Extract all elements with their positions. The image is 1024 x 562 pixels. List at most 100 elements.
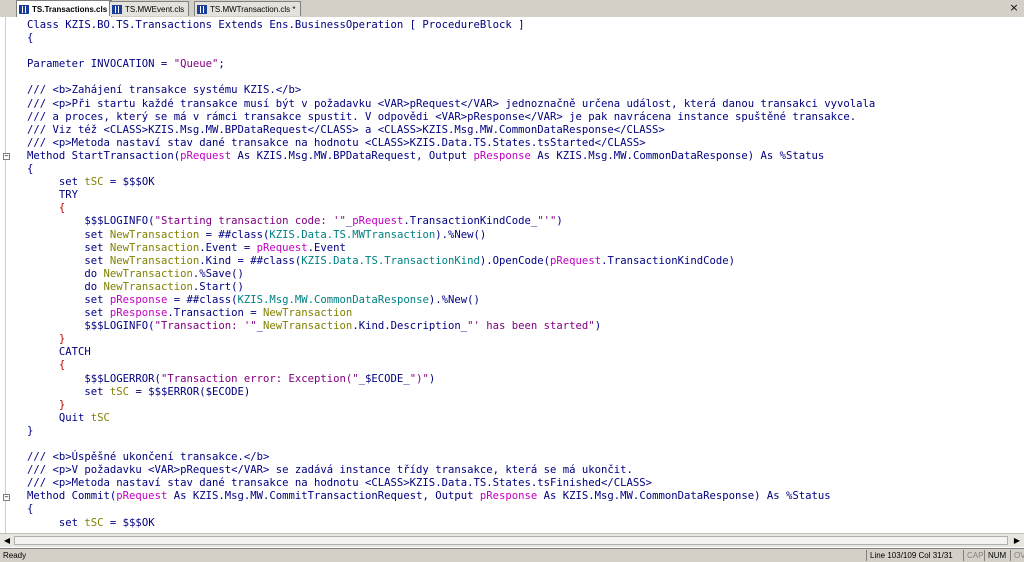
code-token: KZIS.Msg.MW.CommonDataResponse [237, 293, 429, 306]
code-token: Class KZIS.BO.TS.Transactions Extends En… [27, 19, 525, 31]
code-token: Quit [27, 411, 91, 424]
code-token: { [27, 202, 66, 215]
close-icon[interactable]: × [1008, 2, 1020, 14]
class-file-icon [197, 4, 207, 14]
code-token: Method Commit( [27, 490, 117, 503]
code-token: CATCH [27, 346, 91, 359]
code-token: set [27, 516, 85, 529]
code-token: { [27, 163, 34, 176]
code-token: NewTransaction [263, 320, 353, 333]
code-text[interactable]: Class KZIS.BO.TS.Transactions Extends En… [27, 19, 875, 530]
code-token: pRequest [116, 490, 168, 503]
code-line: set tSC = $$$ERROR($ECODE) [27, 386, 875, 399]
fold-toggle-icon[interactable]: − [3, 153, 10, 160]
tab-ts-mwtransaction[interactable]: TS.MWTransaction.cls * [194, 1, 301, 16]
code-line: Class KZIS.BO.TS.Transactions Extends En… [27, 19, 875, 32]
code-line: Quit tSC [27, 412, 875, 425]
code-token: "'" [537, 215, 557, 228]
code-token: pRequest [550, 254, 602, 267]
code-line: { [27, 163, 875, 176]
code-token: = $$$OK [103, 516, 155, 529]
class-file-icon [112, 4, 122, 14]
code-line: /// <p>V požadavku <VAR>pRequest</VAR> s… [27, 464, 875, 477]
code-line: /// Viz též <CLASS>KZIS.Msg.MW.BPDataReq… [27, 124, 875, 137]
caps-lock-indicator: CAP [963, 550, 983, 561]
code-token: /// <p>Při startu každé transakce musí b… [27, 97, 876, 110]
code-line: set NewTransaction = ##class(KZIS.Data.T… [27, 229, 875, 242]
code-line: } [27, 399, 875, 412]
code-token: KZIS.Data.TS.TransactionKind [301, 254, 480, 267]
code-line: /// <p>Metoda nastaví stav dané transakc… [27, 137, 875, 150]
code-token: /// <p>Metoda nastaví stav dané transakc… [27, 136, 646, 149]
code-token: set [27, 228, 110, 241]
code-line: } [27, 333, 875, 346]
code-token: _$ECODE_ [358, 372, 410, 385]
code-token: ).%New() [428, 293, 480, 306]
scroll-left-icon[interactable]: ◀ [1, 535, 13, 547]
code-token: ")" [409, 372, 429, 385]
code-token: set [27, 176, 85, 189]
code-token: set [27, 385, 110, 398]
code-token: tSC [109, 385, 130, 398]
code-line: { [27, 32, 875, 45]
code-token: } [27, 424, 34, 437]
code-token: /// <p>V požadavku <VAR>pRequest</VAR> s… [27, 464, 633, 477]
code-line: /// <b>Zahájení transakce systému KZIS.<… [27, 84, 875, 97]
tab-ts-transactions[interactable]: TS.Transactions.cls [16, 0, 113, 17]
code-token: .Transaction = [167, 307, 263, 320]
code-token: ).%New() [435, 228, 487, 241]
code-token: .Event = [199, 241, 257, 254]
code-token: do [27, 280, 104, 293]
code-token: = $$$ERROR($ECODE) [129, 385, 251, 398]
code-token: Parameter INVOCATION = [27, 58, 174, 71]
code-line: $$$LOGERROR("Transaction error: Exceptio… [27, 373, 875, 386]
code-line: Parameter INVOCATION = "Queue"; [27, 58, 875, 71]
code-token: TRY [27, 189, 79, 202]
code-token: $$$LOGINFO( [27, 215, 155, 228]
code-line: /// <b>Úspěšné ukončení transakce.</b> [27, 451, 875, 464]
fold-margin: − − [0, 17, 14, 533]
code-token: "Transaction: '" [154, 320, 257, 333]
code-token: $$$LOGERROR( [27, 372, 161, 385]
code-token: NewTransaction [109, 254, 200, 267]
code-token: NewTransaction [103, 267, 193, 280]
code-token: /// Viz též <CLASS>KZIS.Msg.MW.BPDataReq… [27, 123, 665, 136]
code-editor[interactable]: − − Class KZIS.BO.TS.Transactions Extends… [0, 17, 1024, 533]
fold-toggle-icon[interactable]: − [3, 493, 10, 501]
code-token: pRequest [352, 215, 404, 228]
code-token: ) [594, 320, 602, 333]
code-line: CATCH [27, 346, 875, 359]
code-token: pRequest [180, 149, 232, 162]
horizontal-scrollbar[interactable]: ◀ ▶ [0, 533, 1024, 547]
code-token: As KZIS.Msg.MW.CommonDataResponse) As %S… [537, 490, 831, 503]
code-token: { [27, 503, 34, 516]
tab-ts-mwevent[interactable]: TS.MWEvent.cls [109, 1, 190, 16]
code-token: tSC [84, 176, 104, 189]
code-line: Method StartTransaction(pRequest As KZIS… [27, 150, 875, 163]
code-token: ; [218, 58, 225, 71]
code-line: Method Commit(pRequest As KZIS.Msg.MW.Co… [27, 490, 875, 503]
code-token: .TransactionKindCode) [601, 254, 736, 267]
overwrite-indicator: OV [1010, 550, 1024, 561]
code-token: pResponse [109, 293, 168, 306]
code-line: set pResponse.Transaction = NewTransacti… [27, 307, 875, 320]
code-token: As KZIS.Msg.MW.CommonDataResponse) As %S… [530, 149, 825, 162]
code-token: .Kind.Description_ [352, 320, 468, 333]
class-file-icon [19, 4, 29, 14]
code-token: pRequest [256, 241, 308, 254]
code-line: /// <p>Při startu každé transakce musí b… [27, 98, 875, 111]
scrollbar-thumb[interactable] [14, 536, 1008, 545]
code-token: Method StartTransaction( [27, 149, 181, 162]
code-line: { [27, 359, 875, 372]
tab-label: TS.Transactions.cls [32, 4, 108, 14]
code-token: .Event [307, 241, 346, 254]
code-token: set [27, 307, 110, 320]
code-token: .TransactionKindCode_ [403, 215, 538, 228]
code-token: /// <p>Metoda nastaví stav dané transakc… [27, 477, 653, 490]
code-token: NewTransaction [109, 241, 200, 254]
code-token: /// a proces, který se má v rámci transa… [27, 110, 857, 123]
scroll-right-icon[interactable]: ▶ [1011, 535, 1023, 547]
code-line: set pResponse = ##class(KZIS.Msg.MW.Comm… [27, 294, 875, 307]
